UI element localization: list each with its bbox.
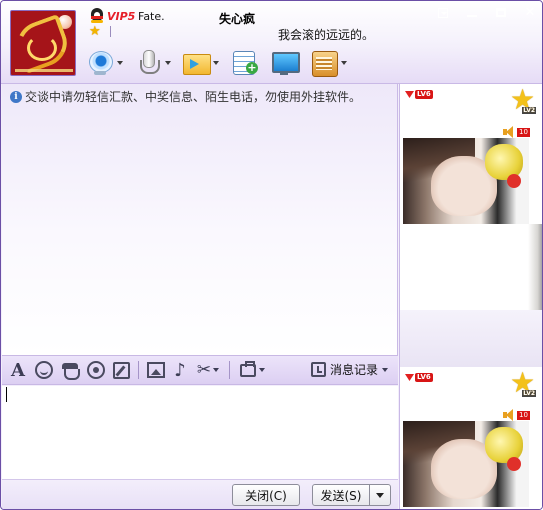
video-show-icon[interactable] (87, 361, 105, 379)
folder-send-icon (181, 48, 211, 78)
contact-avatar[interactable] (10, 10, 76, 76)
message-history-button[interactable]: 消息记录 (310, 361, 388, 378)
security-notice: i 交谈中请勿轻信汇款、中奖信息、陌生电话，勿使用外挂软件。 (10, 88, 361, 105)
toolbar-separator (138, 361, 139, 379)
chevron-down-icon (376, 492, 384, 498)
speaker-icon (502, 409, 515, 421)
bottom-action-bar: 关闭(C) 发送(S) (2, 479, 398, 509)
monitor-icon (269, 48, 300, 78)
speaker-icon (502, 126, 515, 138)
toolbox-icon[interactable] (238, 359, 266, 381)
font-icon[interactable]: A (9, 359, 27, 381)
microphone-icon (133, 48, 163, 78)
window-controls: ✕ (432, 4, 541, 21)
own-nickname: Fate. (138, 10, 165, 23)
contact-signature: 我会滚的远远的。 (278, 28, 375, 42)
message-history-label: 消息记录 (329, 363, 378, 377)
info-icon: i (10, 90, 22, 103)
vip-badge[interactable]: VIP5 (107, 10, 135, 23)
chevron-down-icon[interactable] (165, 61, 171, 65)
level-badge-label: LV6 (415, 373, 433, 382)
header-separator (110, 26, 111, 37)
star-level-icon[interactable]: ★ (89, 25, 101, 38)
contact-name[interactable]: 失心疯 (219, 10, 255, 27)
emoji-icon[interactable] (35, 361, 53, 379)
message-history-pane[interactable]: i 交谈中请勿轻信汇款、中奖信息、陌生电话，勿使用外挂软件。 (2, 84, 398, 355)
voice-call-button[interactable] (133, 48, 171, 78)
level-badge: LV6 (405, 90, 433, 99)
send-options-button[interactable] (369, 484, 391, 506)
volume-indicator[interactable]: 10 (502, 126, 530, 138)
maximize-icon[interactable] (490, 4, 512, 21)
level-badge-label: LV6 (415, 90, 433, 99)
video-call-button[interactable] (85, 48, 123, 78)
avatar-curl-decoration (27, 35, 57, 61)
create-discussion-button[interactable] (229, 48, 259, 78)
volume-level-label: 10 (517, 127, 530, 137)
minimize-icon[interactable] (461, 4, 483, 21)
send-image-icon[interactable] (147, 362, 165, 378)
diamond-icon (405, 374, 414, 381)
message-input[interactable] (2, 386, 398, 479)
history-clock-icon (310, 362, 326, 377)
funny-face-icon[interactable] (61, 361, 80, 380)
chevron-down-icon (382, 367, 388, 372)
chat-header: VIP5 Fate. 失心疯 ★ 我会滚的远远的。 ✕ (1, 1, 542, 84)
application-box-icon (309, 48, 339, 78)
remote-assistance-button[interactable] (269, 48, 300, 78)
list-add-icon (229, 48, 259, 78)
star-level-label: LV2 (522, 390, 537, 397)
volume-level-label: 10 (517, 410, 530, 420)
level-badge: LV6 (405, 373, 433, 382)
close-button[interactable]: 关闭(C) (232, 484, 300, 506)
avatar-caption-strip (15, 69, 73, 72)
handwriting-icon[interactable] (113, 361, 130, 379)
webcam-icon (85, 48, 115, 78)
own-show-photo[interactable] (403, 421, 529, 507)
security-notice-text: 交谈中请勿轻信汇款、中奖信息、陌生电话，勿使用外挂软件。 (25, 90, 362, 104)
menu-dropdown-icon[interactable] (432, 4, 454, 21)
star-level-label: LV2 (522, 107, 537, 114)
diamond-icon (405, 91, 414, 98)
text-caret (6, 387, 7, 402)
contact-show-photo[interactable] (403, 138, 529, 224)
show-panel: LV6 ★ LV2 10 LV6 ★ LV2 10 (399, 84, 542, 509)
qq-penguin-icon[interactable] (90, 8, 104, 23)
contact-show-card[interactable]: LV6 ★ LV2 10 (400, 84, 542, 310)
toolbar-separator (229, 361, 230, 379)
music-icon[interactable]: ♪ (173, 359, 187, 381)
volume-indicator[interactable]: 10 (502, 409, 530, 421)
apps-button[interactable] (309, 48, 347, 78)
chat-window: VIP5 Fate. 失心疯 ★ 我会滚的远远的。 ✕ + i 交谈中请勿轻信汇… (0, 0, 543, 510)
send-button[interactable]: 发送(S) (312, 484, 370, 506)
star-icon[interactable]: ★ LV2 (510, 369, 537, 397)
chevron-down-icon[interactable] (341, 61, 347, 65)
format-toolbar: A ♪ ✂ 消息记录 (2, 355, 398, 385)
close-icon[interactable]: ✕ (519, 4, 541, 21)
chevron-down-icon[interactable] (213, 61, 219, 65)
own-show-card[interactable]: LV6 ★ LV2 10 (400, 367, 542, 509)
show-panel-divider (400, 310, 542, 367)
chevron-down-icon[interactable] (117, 61, 123, 65)
chat-toolbar (85, 45, 357, 81)
screenshot-scissors-icon[interactable]: ✂ (195, 359, 221, 381)
show-figure-edge (528, 224, 542, 310)
send-file-button[interactable] (181, 48, 219, 78)
star-icon[interactable]: ★ LV2 (510, 86, 537, 114)
